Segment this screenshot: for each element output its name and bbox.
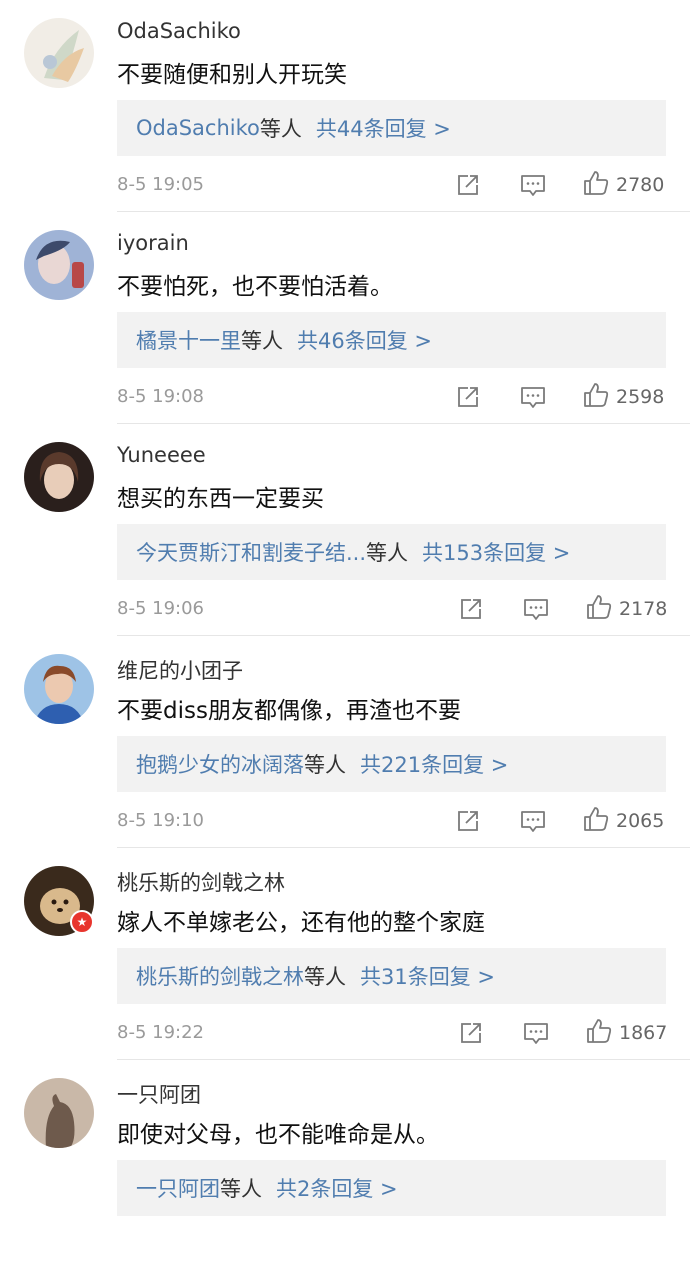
comment-text: 不要怕死，也不要怕活着。 bbox=[117, 274, 393, 300]
comment-item: Yuneeee 想买的东西一定要买 今天贾斯汀和割麦子结... 等人 共153条回复… bbox=[0, 424, 690, 636]
reply-etc-label: 等人 bbox=[241, 329, 283, 353]
thumbs-up-icon bbox=[582, 805, 610, 837]
reply-users-link[interactable]: 桃乐斯的剑戟之林 bbox=[136, 961, 304, 991]
comment-item: 维尼的小团子 不要diss朋友都偶像，再渣也不要 抱鹅少女的冰阔落 等人 共221条… bbox=[0, 636, 690, 848]
like-count: 2065 bbox=[616, 810, 665, 832]
username[interactable]: OdaSachiko bbox=[117, 19, 241, 43]
reply-count-link[interactable]: 共44条回复 > bbox=[316, 113, 451, 143]
comment-item: ★ 桃乐斯的剑戟之林 嫁人不单嫁老公，还有他的整个家庭 桃乐斯的剑戟之林 等人 共3… bbox=[0, 848, 690, 1060]
username[interactable]: 一只阿团 bbox=[117, 1079, 201, 1109]
avatar[interactable] bbox=[24, 18, 94, 88]
comment-icon[interactable] bbox=[518, 806, 548, 836]
replies-summary[interactable]: 橘景十一里 等人 共46条回复 > bbox=[117, 312, 666, 368]
like-button[interactable]: 2598 bbox=[582, 382, 664, 412]
like-count: 2780 bbox=[616, 174, 665, 196]
replies-summary[interactable]: 抱鹅少女的冰阔落 等人 共221条回复 > bbox=[117, 736, 666, 792]
replies-summary[interactable]: OdaSachiko 等人 共44条回复 > bbox=[117, 100, 666, 156]
comment-icon[interactable] bbox=[518, 170, 548, 200]
timestamp: 8-5 19:22 bbox=[117, 1022, 204, 1043]
comment-item: iyorain 不要怕死，也不要怕活着。 橘景十一里 等人 共46条回复 > 8-5… bbox=[0, 212, 690, 424]
avatar[interactable] bbox=[24, 230, 94, 300]
like-button[interactable]: 2065 bbox=[582, 806, 664, 836]
reply-etc-label: 等人 bbox=[259, 117, 302, 141]
avatar[interactable] bbox=[24, 654, 94, 724]
username[interactable]: 桃乐斯的剑戟之林 bbox=[117, 867, 285, 897]
like-button[interactable]: 2178 bbox=[585, 594, 667, 624]
replies-summary[interactable]: 桃乐斯的剑戟之林 等人 共31条回复 > bbox=[117, 948, 666, 1004]
comment-text: 不要随便和别人开玩笑 bbox=[117, 62, 347, 88]
like-button[interactable]: 1867 bbox=[585, 1018, 667, 1048]
reply-etc-label: 等人 bbox=[304, 753, 346, 777]
thumbs-up-icon bbox=[585, 593, 613, 625]
share-icon[interactable] bbox=[453, 170, 483, 200]
share-icon[interactable] bbox=[456, 594, 486, 624]
reply-count-link[interactable]: 共153条回复 > bbox=[422, 537, 570, 567]
reply-users-link[interactable]: 一只阿团 bbox=[136, 1173, 220, 1203]
username[interactable]: iyorain bbox=[117, 231, 189, 255]
reply-count-link[interactable]: 共46条回复 > bbox=[297, 325, 432, 355]
replies-summary[interactable]: 一只阿团 等人 共2条回复 > bbox=[117, 1160, 666, 1216]
thumbs-up-icon bbox=[582, 169, 610, 201]
verified-badge-icon: ★ bbox=[70, 910, 94, 934]
avatar[interactable] bbox=[24, 442, 94, 512]
like-count: 2598 bbox=[616, 386, 665, 408]
replies-summary[interactable]: 今天贾斯汀和割麦子结... 等人 共153条回复 > bbox=[117, 524, 666, 580]
username[interactable]: 维尼的小团子 bbox=[117, 655, 243, 685]
timestamp: 8-5 19:08 bbox=[117, 386, 204, 407]
reply-count-link[interactable]: 共221条回复 > bbox=[360, 749, 508, 779]
comment-text: 嫁人不单嫁老公，还有他的整个家庭 bbox=[117, 910, 485, 936]
comment-icon[interactable] bbox=[521, 1018, 551, 1048]
avatar[interactable] bbox=[24, 1078, 94, 1148]
like-count: 2178 bbox=[619, 598, 668, 620]
share-icon[interactable] bbox=[453, 382, 483, 412]
reply-etc-label: 等人 bbox=[220, 1177, 262, 1201]
comment-icon[interactable] bbox=[518, 382, 548, 412]
comment-item: 一只阿团 即使对父母，也不能唯命是从。 一只阿团 等人 共2条回复 > bbox=[0, 1060, 690, 1272]
reply-users-link[interactable]: 今天贾斯汀和割麦子结... bbox=[136, 537, 366, 567]
reply-count-link[interactable]: 共31条回复 > bbox=[360, 961, 495, 991]
reply-etc-label: 等人 bbox=[366, 541, 409, 565]
comment-text: 想买的东西一定要买 bbox=[117, 486, 324, 512]
username[interactable]: Yuneeee bbox=[117, 443, 206, 467]
reply-users-link[interactable]: 抱鹅少女的冰阔落 bbox=[136, 749, 304, 779]
reply-count-link[interactable]: 共2条回复 > bbox=[276, 1173, 398, 1203]
thumbs-up-icon bbox=[585, 1017, 613, 1049]
share-icon[interactable] bbox=[453, 806, 483, 836]
timestamp: 8-5 19:06 bbox=[117, 598, 204, 619]
comment-text: 不要diss朋友都偶像，再渣也不要 bbox=[117, 698, 461, 724]
comment-icon[interactable] bbox=[521, 594, 551, 624]
timestamp: 8-5 19:05 bbox=[117, 174, 204, 195]
like-button[interactable]: 2780 bbox=[582, 170, 664, 200]
comment-item: OdaSachiko 不要随便和别人开玩笑 OdaSachiko 等人 共44条回复… bbox=[0, 0, 690, 212]
share-icon[interactable] bbox=[456, 1018, 486, 1048]
thumbs-up-icon bbox=[582, 381, 610, 413]
comment-text: 即使对父母，也不能唯命是从。 bbox=[117, 1122, 439, 1148]
reply-users-link[interactable]: 橘景十一里 bbox=[136, 325, 241, 355]
like-count: 1867 bbox=[619, 1022, 668, 1044]
reply-etc-label: 等人 bbox=[304, 965, 346, 989]
timestamp: 8-5 19:10 bbox=[117, 810, 204, 831]
reply-users-link[interactable]: OdaSachiko bbox=[136, 116, 260, 140]
